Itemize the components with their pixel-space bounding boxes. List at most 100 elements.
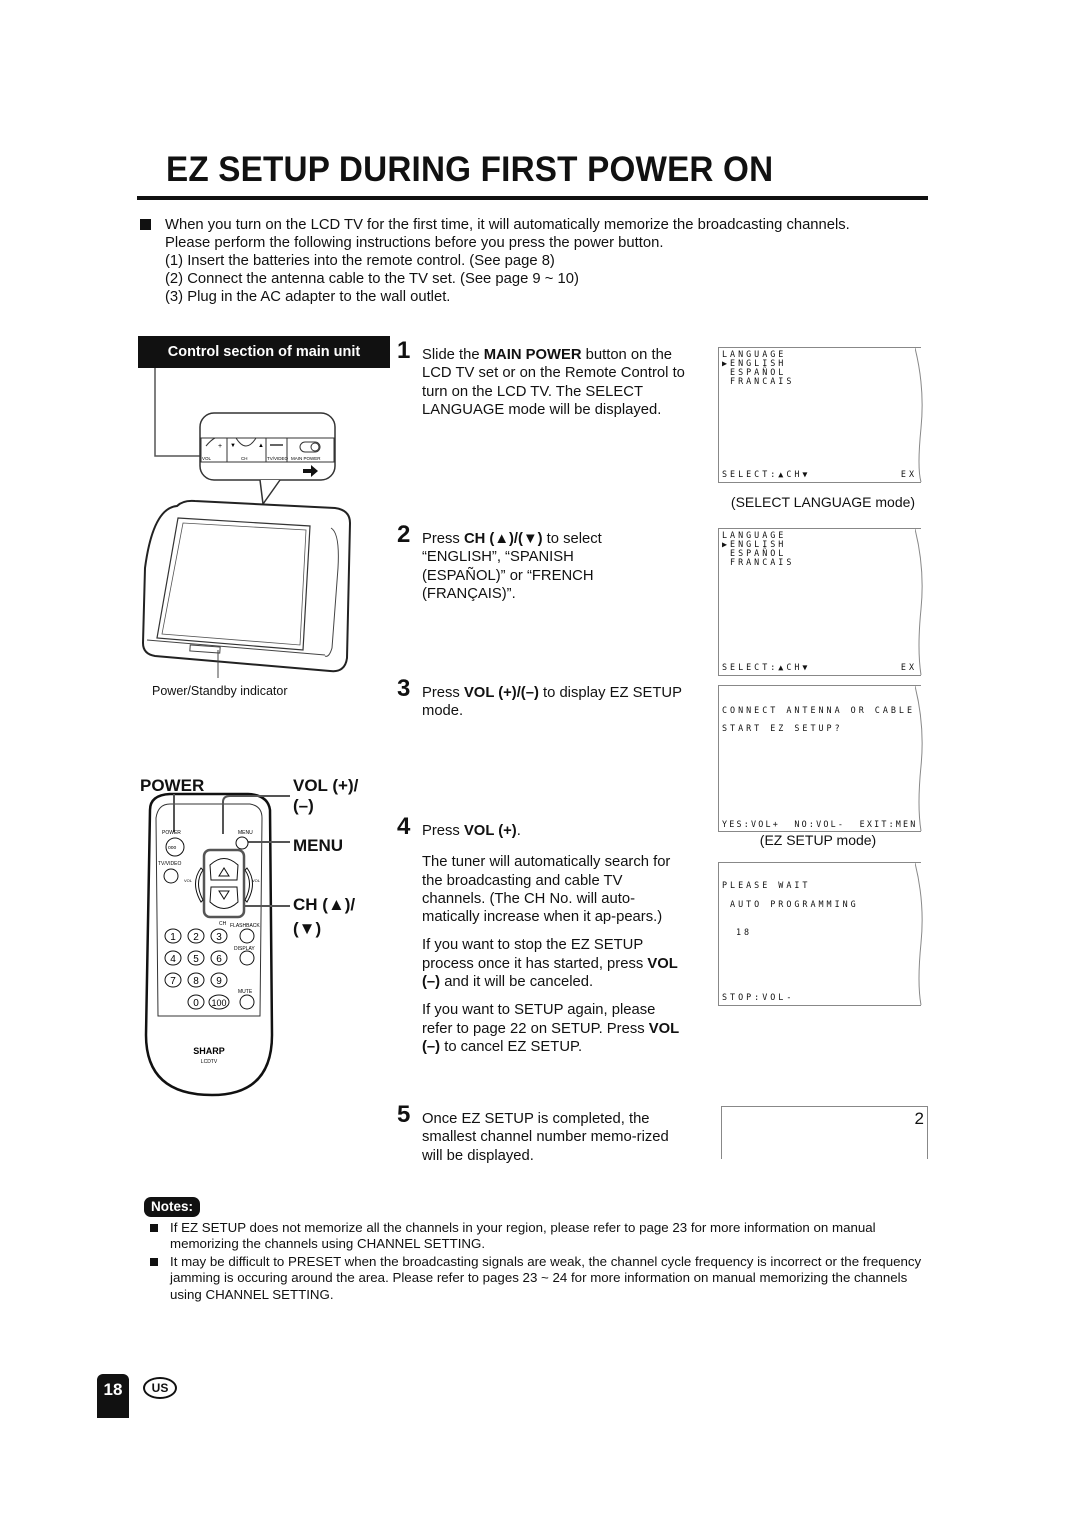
- svg-text:ooo: ooo: [168, 845, 177, 851]
- osd-line: AUTO PROGRAMMING: [722, 899, 859, 909]
- callout-vol-minus: (–): [293, 796, 314, 815]
- osd-line: FRANCAIS: [722, 557, 795, 567]
- digit-label: 100: [211, 998, 226, 1008]
- svg-text:▼: ▼: [230, 443, 236, 449]
- bubble-pointer: [259, 479, 281, 507]
- digit-label: 5: [193, 954, 199, 965]
- step-number: 3: [397, 675, 411, 702]
- osd-line: PLEASE WAIT: [722, 880, 811, 890]
- osd-footer-right: EX: [900, 468, 917, 479]
- callout-line: [154, 368, 200, 457]
- panel-label-main-power: MAIN POWER: [291, 456, 321, 461]
- panel-label-vol: VOL: [202, 456, 212, 461]
- osd-footer: STOP:VOL-: [722, 991, 795, 1002]
- step-number: 5: [397, 1101, 411, 1128]
- digit-label: 4: [170, 954, 176, 965]
- region-badge: US: [143, 1377, 177, 1399]
- tv-unit-illustration: + ▼ ▲ VOL CH TV/VIDEO MAIN POWER: [141, 368, 352, 678]
- model-label: LCDTV: [201, 1059, 218, 1065]
- intro-section: When you turn on the LCD TV for the firs…: [140, 216, 940, 306]
- step-text: Slide the MAIN POWER button on the LCD T…: [422, 347, 685, 418]
- notes-list: If EZ SETUP does not memorize all the ch…: [150, 1220, 930, 1304]
- digit-label: 7: [170, 976, 176, 987]
- callout-ch: CH (▲)/: [293, 895, 356, 914]
- step-text: Press VOL (+)/(–) to display EZ SETUP mo…: [422, 685, 682, 720]
- step-3: 3 Press VOL (+)/(–) to display EZ SETUP …: [397, 676, 682, 731]
- digit-label: 9: [216, 976, 222, 987]
- osd-screen-select-language-2: LANGUAGE ▶ENGLISH ESPAÑOL FRANCAIS SELEC…: [718, 528, 923, 676]
- ch-up-button[interactable]: [209, 858, 239, 881]
- screen-caption: (EZ SETUP mode): [759, 832, 877, 848]
- display-button[interactable]: [239, 950, 255, 966]
- digit-label: 1: [170, 932, 176, 943]
- screen-caption: (SELECT LANGUAGE mode): [730, 494, 916, 510]
- step-text: If you want to stop the EZ SETUP process…: [422, 937, 678, 991]
- note-item: If EZ SETUP does not memorize all the ch…: [150, 1220, 930, 1253]
- bullet-icon: [150, 1254, 170, 1303]
- svg-text:VOL: VOL: [252, 878, 261, 883]
- flashback-button[interactable]: [239, 928, 255, 944]
- svg-text:VOL: VOL: [184, 878, 193, 883]
- osd-footer-left: SELECT:▲CH▼: [722, 468, 811, 479]
- intro-item: (1) Insert the batteries into the remote…: [165, 253, 555, 269]
- digit-label: 2: [193, 932, 199, 943]
- step-number: 4: [397, 813, 411, 840]
- digit-label: 3: [216, 932, 222, 943]
- osd-screen-channel-display: 2: [721, 1106, 928, 1159]
- intro-item: (2) Connect the antenna cable to the TV …: [165, 271, 579, 287]
- panel-label-tv-video: TV/VIDEO: [267, 456, 289, 461]
- remote-control-illustration: POWER ooo MENU TV/VIDEO VOL VOL CH 1 2 3…: [144, 792, 290, 1097]
- intro-lead: When you turn on the LCD TV for the firs…: [165, 217, 850, 233]
- osd-footer-right: EX: [900, 661, 917, 672]
- step-number: 1: [397, 337, 411, 364]
- step-number: 2: [397, 521, 411, 548]
- power-indicator-label: Power/Standby indicator: [152, 684, 288, 698]
- step-4: 4 Press VOL (+). The tuner will automati…: [397, 814, 687, 1066]
- remote-label-ch: CH: [219, 921, 227, 927]
- remote-label-menu: MENU: [238, 830, 253, 836]
- bullet-icon: [150, 1220, 170, 1253]
- tv-video-button[interactable]: [163, 868, 179, 884]
- remote-label-flashback: FLASHBACK: [230, 923, 260, 929]
- osd-channel-number: 18: [736, 927, 753, 937]
- control-section-label: Control section of main unit: [138, 336, 390, 368]
- osd-line: CONNECT ANTENNA OR CABLE: [722, 705, 916, 715]
- mute-button[interactable]: [239, 994, 255, 1010]
- digit-label: 6: [216, 954, 222, 965]
- page-number: 18: [97, 1374, 129, 1418]
- ch-down-button[interactable]: [209, 886, 239, 909]
- osd-screen-ez-setup: CONNECT ANTENNA OR CABLE START EZ SETUP?…: [718, 685, 923, 832]
- osd-footer: YES:VOL+ NO:VOL- EXIT:MEN: [722, 818, 918, 829]
- note-item: It may be difficult to PRESET when the b…: [150, 1254, 930, 1303]
- osd-screen-select-language: LANGUAGE ▶ENGLISH ESPAÑOL FRANCAIS SELEC…: [718, 347, 923, 483]
- remote-label-power: POWER: [162, 830, 181, 836]
- step-5: 5 Once EZ SETUP is completed, the smalle…: [397, 1102, 687, 1175]
- osd-screen-auto-programming: PLEASE WAIT AUTO PROGRAMMING 18 STOP:VOL…: [718, 862, 923, 1006]
- osd-channel-number: 2: [914, 1109, 924, 1128]
- osd-line: FRANCAIS: [722, 376, 795, 386]
- notes-badge: Notes:: [144, 1197, 200, 1217]
- osd-footer-left: SELECT:▲CH▼: [722, 661, 811, 672]
- callout-ch-down: (▼): [293, 919, 322, 938]
- svg-text:▲: ▲: [258, 443, 264, 449]
- step-1: 1 Slide the MAIN POWER button on the LCD…: [397, 338, 692, 429]
- digit-label: 8: [193, 976, 199, 987]
- osd-line: START EZ SETUP?: [722, 723, 843, 733]
- svg-text:+: +: [218, 443, 222, 450]
- remote-label-tv-video: TV/VIDEO: [158, 861, 181, 867]
- step-text: Once EZ SETUP is completed, the smallest…: [422, 1111, 669, 1164]
- step-text: The tuner will automatically search for …: [422, 854, 671, 926]
- step-text: If you want to SETUP again, please refer…: [422, 1002, 679, 1055]
- digit-label: 0: [193, 998, 199, 1009]
- step-2: 2 Press CH (▲)/(▼) to select “ENGLISH”, …: [397, 522, 647, 613]
- remote-label-mute: MUTE: [238, 989, 253, 995]
- menu-button[interactable]: [235, 836, 249, 850]
- intro-instruction: Please perform the following instruction…: [165, 235, 664, 251]
- brand-logo: SHARP: [193, 1046, 225, 1056]
- title-rule: [137, 196, 928, 200]
- panel-label-ch: CH: [241, 456, 248, 461]
- step-text: Press CH (▲)/(▼) to select “ENGLISH”, “S…: [422, 531, 602, 602]
- intro-item: (3) Plug in the AC adapter to the wall o…: [165, 289, 451, 305]
- step-text: Press VOL (+).: [422, 823, 521, 839]
- page-title: EZ SETUP DURING FIRST POWER ON: [166, 150, 774, 189]
